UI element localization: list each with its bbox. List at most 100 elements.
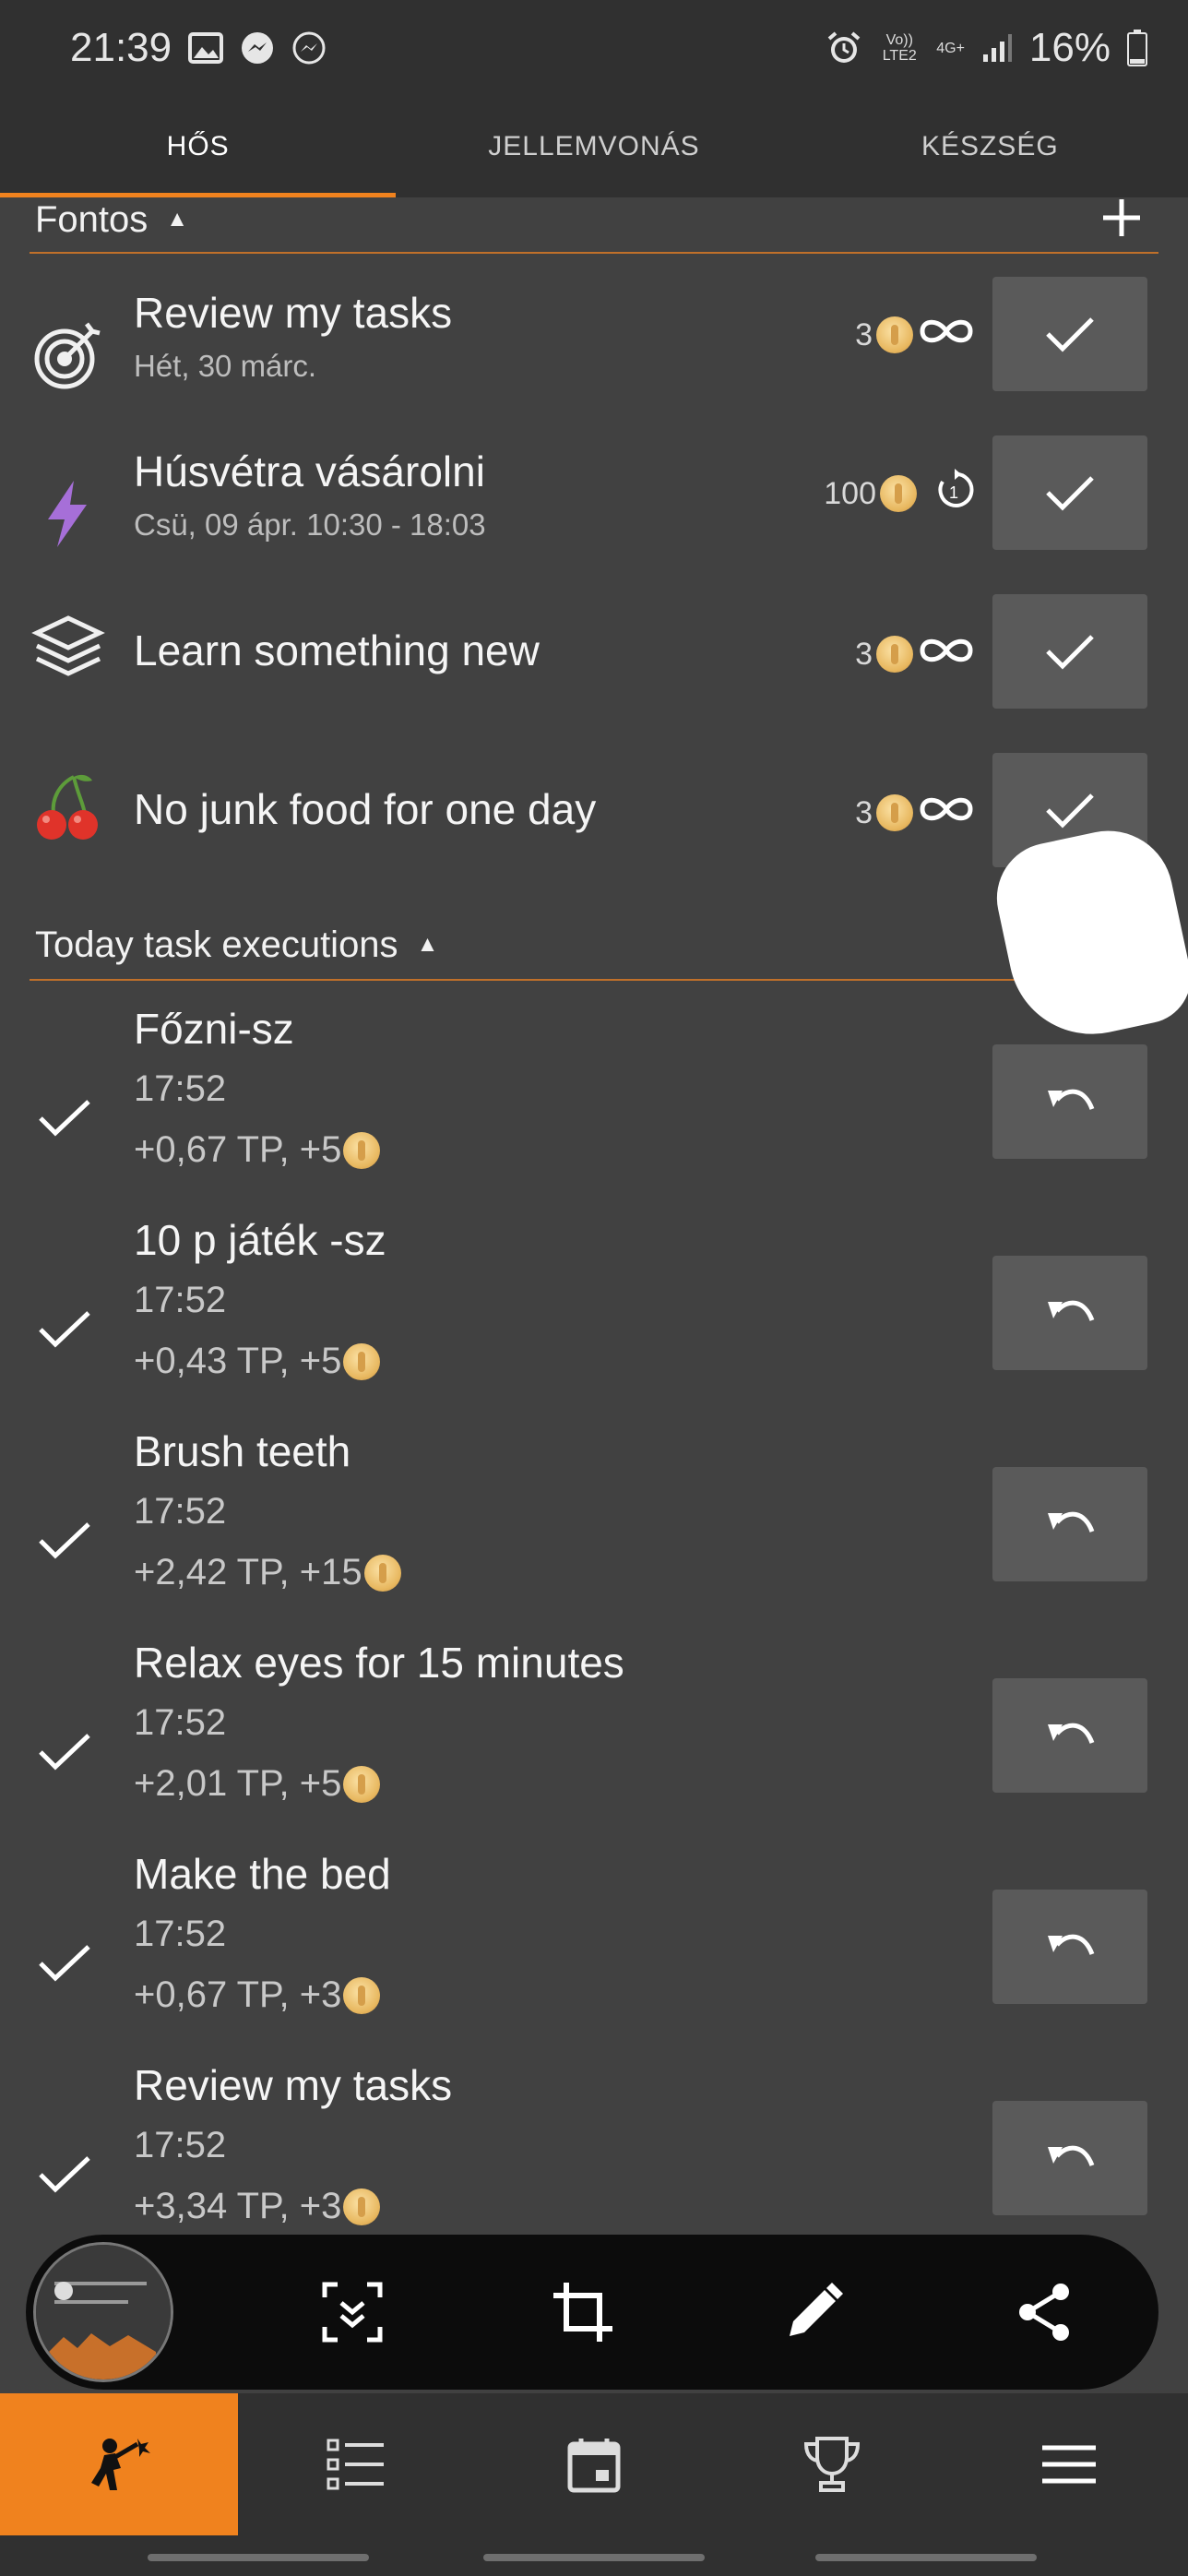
complete-button[interactable] xyxy=(992,594,1147,709)
reward-text: +0,43 TP, +5 xyxy=(134,1341,342,1381)
undo-button[interactable] xyxy=(992,1890,1147,2004)
alarm-icon xyxy=(826,30,862,66)
check-icon xyxy=(37,1730,92,1777)
layers-icon xyxy=(31,613,105,686)
gallery-icon xyxy=(188,32,224,64)
execution-reward: +0,67 TP, +5 xyxy=(134,1129,381,1171)
execution-row: Brush teeth 17:52 +2,42 TP, +15 xyxy=(0,1426,1188,1638)
infinity-icon xyxy=(917,635,976,674)
coin-icon xyxy=(876,316,913,353)
screenshot-thumbnail[interactable] xyxy=(33,2242,173,2382)
reward-amount: 3 xyxy=(855,794,873,830)
repeat-once-icon: 1 xyxy=(933,468,976,519)
check-icon xyxy=(1046,635,1094,670)
crop-icon[interactable] xyxy=(550,2279,616,2345)
complete-button[interactable] xyxy=(992,277,1147,391)
gesture-pill xyxy=(483,2554,705,2561)
undo-button[interactable] xyxy=(992,1467,1147,1581)
tab-hero[interactable]: HŐS xyxy=(0,96,397,197)
execution-reward: +0,43 TP, +5 xyxy=(134,1341,381,1382)
execution-time: 17:52 xyxy=(134,1702,227,1743)
section-title: Today task executions xyxy=(35,924,398,965)
task-row[interactable]: Review my tasks Hét, 30 márc. 3 xyxy=(0,277,1188,434)
task-row[interactable]: Learn something new 3 xyxy=(0,594,1188,751)
pencil-icon[interactable] xyxy=(780,2279,847,2345)
execution-time: 17:52 xyxy=(134,1914,227,1954)
check-icon xyxy=(37,1096,92,1143)
coin-icon xyxy=(363,1554,401,1592)
gesture-pill xyxy=(148,2554,369,2561)
execution-title: Relax eyes for 15 minutes xyxy=(134,1639,624,1687)
task-title: No junk food for one day xyxy=(134,785,597,833)
execution-row: Make the bed 17:52 +0,67 TP, +3 xyxy=(0,1849,1188,2060)
execution-time: 17:52 xyxy=(134,1491,227,1532)
tab-trait[interactable]: JELLEMVONÁS xyxy=(396,96,791,197)
check-icon xyxy=(1046,476,1094,511)
undo-icon xyxy=(1048,1723,1095,1744)
task-date: Hét, 30 márc. xyxy=(134,349,317,383)
messenger-icon xyxy=(240,30,275,66)
execution-reward: +0,67 TP, +3 xyxy=(134,1974,381,2016)
nav-tasks[interactable] xyxy=(238,2393,476,2535)
cherry-icon xyxy=(31,771,105,845)
execution-time: 17:52 xyxy=(134,1280,227,1320)
gesture-pill xyxy=(815,2554,1037,2561)
share-icon[interactable] xyxy=(1011,2279,1077,2345)
scroll-capture-icon[interactable] xyxy=(319,2279,386,2345)
task-row[interactable]: Húsvétra vásárolni Csü, 09 ápr. 10:30 - … xyxy=(0,435,1188,592)
task-reward: 3 xyxy=(855,790,976,836)
reward-text: +0,67 TP, +3 xyxy=(134,1974,342,2015)
execution-reward: +2,01 TP, +5 xyxy=(134,1763,381,1805)
battery-icon xyxy=(1127,30,1147,66)
execution-row: 10 p játék -sz 17:52 +0,43 TP, +5 xyxy=(0,1215,1188,1426)
reward-text: +3,34 TP, +3 xyxy=(134,2186,342,2226)
check-icon xyxy=(37,1307,92,1354)
undo-button[interactable] xyxy=(992,1678,1147,1793)
nav-menu[interactable] xyxy=(950,2393,1188,2535)
reward-amount: 3 xyxy=(855,316,873,352)
undo-button[interactable] xyxy=(992,1044,1147,1159)
target-icon xyxy=(31,318,105,392)
undo-icon xyxy=(1048,2145,1095,2166)
task-title: Learn something new xyxy=(134,626,540,674)
undo-icon xyxy=(1048,1300,1095,1321)
coin-icon xyxy=(343,1131,381,1169)
execution-title: Brush teeth xyxy=(134,1427,351,1475)
svg-text:1: 1 xyxy=(949,483,958,502)
reward-text: +0,67 TP, +5 xyxy=(134,1129,342,1170)
coin-icon xyxy=(343,2188,381,2225)
nav-hero[interactable] xyxy=(0,2393,238,2535)
undo-icon xyxy=(1048,1089,1095,1110)
volte-indicator: Vo)) LTE2 xyxy=(882,32,917,64)
bottom-navigation xyxy=(0,2393,1188,2535)
execution-title: 10 p játék -sz xyxy=(134,1216,386,1264)
infinity-icon xyxy=(917,793,976,833)
coin-icon xyxy=(876,794,913,831)
coin-icon xyxy=(343,1976,381,2014)
nav-calendar[interactable] xyxy=(475,2393,713,2535)
hero-icon xyxy=(90,2439,150,2490)
coin-icon xyxy=(343,1342,381,1380)
tab-skill[interactable]: KÉSZSÉG xyxy=(792,96,1188,197)
nav-achievements[interactable] xyxy=(713,2393,951,2535)
task-list-icon xyxy=(327,2439,385,2490)
messenger-outline-icon xyxy=(291,30,327,66)
task-reward: 3 xyxy=(855,312,976,358)
execution-time: 17:52 xyxy=(134,2125,227,2165)
execution-title: Review my tasks xyxy=(134,2061,453,2109)
coin-icon xyxy=(876,636,913,673)
task-title: Húsvétra vásárolni xyxy=(134,447,485,495)
reward-text: +2,42 TP, +15 xyxy=(134,1552,362,1592)
section-header-important[interactable]: Fontos ▲ xyxy=(0,190,1188,249)
undo-icon xyxy=(1048,1511,1095,1532)
undo-button[interactable] xyxy=(992,2101,1147,2215)
section-title: Fontos xyxy=(35,198,148,240)
complete-button[interactable] xyxy=(992,435,1147,550)
undo-button[interactable] xyxy=(992,1256,1147,1370)
network-indicator: 4G+ xyxy=(936,40,965,56)
add-icon[interactable] xyxy=(1099,196,1144,244)
execution-time: 17:52 xyxy=(134,1068,227,1109)
gesture-bar xyxy=(0,2535,1188,2576)
check-icon xyxy=(1046,793,1094,829)
section-divider xyxy=(30,979,1026,981)
